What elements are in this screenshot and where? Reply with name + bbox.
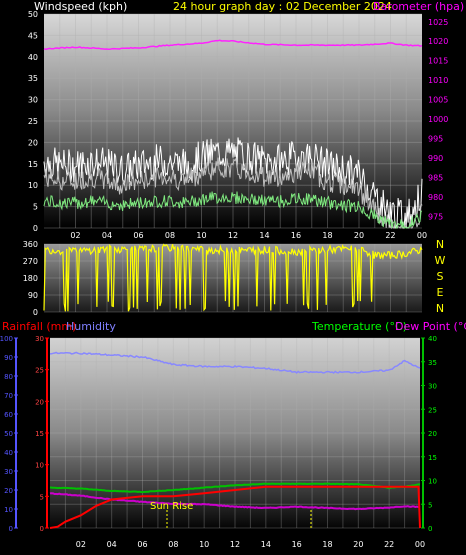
barometer-axis-ticks: 975 980 985 990 995 1000 1005 1010 1015 1020 1025 [428,18,448,222]
barometer-tick-label: 995 [428,135,443,144]
wind-tick-label: 50 [28,10,38,19]
temperature-tick-label: 30 [428,383,437,391]
wind-tick-label: 5 [33,203,38,212]
barometer-tick-label: 975 [428,212,443,221]
x-tick-label: 10 [199,540,209,549]
temperature-tick-label: 40 [428,335,437,343]
temperature-tick-label: 35 [428,359,437,367]
x-tick-label: 22 [384,540,394,549]
x-tick-label: 14 [261,540,271,549]
temperature-tick-label: 15 [428,454,437,462]
x-tick-label: 12 [228,231,238,240]
humidity-tick-label: 30 [4,468,13,476]
humidity-tick-label: 0 [9,525,13,533]
sun-rise-label: Sun Rise [150,501,193,512]
wind-tick-label: 30 [28,96,38,105]
barometer-tick-label: 990 [428,154,443,163]
temperature-tick-label: 5 [428,501,432,509]
direction-tick-label: 180 [23,274,38,283]
x-tick-label: 20 [354,231,364,240]
x-tick-label: 00 [415,540,425,549]
humidity-tick-label: 90 [4,354,13,362]
rainfall-tick-label: 25 [35,367,44,375]
x-tick-label: 06 [137,540,147,549]
rainfall-tick-label: 5 [40,493,44,501]
direction-axis-ticks: 0 90 180 270 360 [23,240,38,317]
wind-tick-label: 0 [33,224,38,233]
wind-x-axis-ticks: 02 04 06 08 10 12 14 16 18 20 22 00 [70,231,427,240]
x-tick-label: 04 [107,540,117,549]
x-tick-label: 16 [292,540,302,549]
humidity-tick-label: 50 [4,430,13,438]
direction-tick-label: 0 [33,308,38,317]
dewpoint-title: Dew Point (°C) [395,320,466,333]
temperature-title: Temperature (°C) [311,320,407,333]
direction-tick-label: 270 [23,257,38,266]
x-tick-label: 04 [102,231,112,240]
wind-tick-label: 15 [28,160,38,169]
humidity-tick-label: 20 [4,487,13,495]
graph-title: 24 hour graph day : 02 December 2024 [173,0,392,13]
compass-label: N [436,238,444,251]
temperature-tick-label: 0 [428,525,432,533]
wind-tick-label: 25 [28,117,38,126]
barometer-tick-label: 1025 [428,18,448,27]
barometer-tick-label: 1015 [428,57,448,66]
rainfall-tick-label: 30 [35,335,44,343]
wind-tick-label: 40 [28,53,38,62]
humidity-tick-label: 40 [4,449,13,457]
temperature-tick-label: 10 [428,478,437,486]
wind-tick-label: 10 [28,181,38,190]
humidity-tick-label: 60 [4,411,13,419]
x-tick-label: 12 [230,540,240,549]
wind-tick-label: 20 [28,138,38,147]
rainfall-tick-label: 20 [35,398,44,406]
x-tick-label: 22 [385,231,395,240]
barometer-tick-label: 1000 [428,115,448,124]
x-tick-label: 16 [291,231,301,240]
x-tick-label: 02 [76,540,86,549]
barometer-title: Barometer (hpa) [373,0,464,13]
wind-tick-label: 45 [28,31,38,40]
wind-title: Windspeed (kph) [34,0,127,13]
barometer-tick-label: 980 [428,193,443,202]
x-tick-label: 08 [165,231,175,240]
x-tick-label: 18 [322,231,332,240]
x-tick-label: 20 [353,540,363,549]
temperature-tick-label: 20 [428,430,437,438]
x-tick-label: 02 [70,231,80,240]
humidity-tick-label: 80 [4,373,13,381]
x-tick-label: 06 [133,231,143,240]
x-tick-label: 00 [417,231,427,240]
rainfall-tick-label: 15 [35,430,44,438]
compass-label: E [437,286,444,299]
humidity-title: Humidity [66,320,116,333]
x-tick-label: 08 [168,540,178,549]
temperature-tick-label: 25 [428,406,437,414]
wind-axis-ticks: 0 5 10 15 20 25 30 35 40 45 50 [28,10,38,233]
humidity-tick-label: 100 [0,335,13,343]
direction-tick-label: 90 [28,291,38,300]
compass-label: S [437,270,444,283]
humidity-tick-label: 70 [4,392,13,400]
x-tick-label: 14 [259,231,269,240]
barometer-tick-label: 1010 [428,76,448,85]
rainfall-tick-label: 10 [35,462,44,470]
rainfall-tick-label: 0 [40,525,44,533]
barometer-tick-label: 985 [428,173,443,182]
weather-graph: Windspeed (kph) 24 hour graph day : 02 D… [0,0,466,549]
compass-label: W [435,254,446,267]
wind-tick-label: 35 [28,74,38,83]
compass-axis-labels: NWSEN [435,238,446,315]
compass-label: N [436,302,444,315]
barometer-tick-label: 1005 [428,96,448,105]
barometer-tick-label: 1020 [428,37,448,46]
x-tick-label: 18 [322,540,332,549]
humidity-tick-label: 10 [4,506,13,514]
x-tick-label: 10 [196,231,206,240]
direction-tick-label: 360 [23,240,38,249]
